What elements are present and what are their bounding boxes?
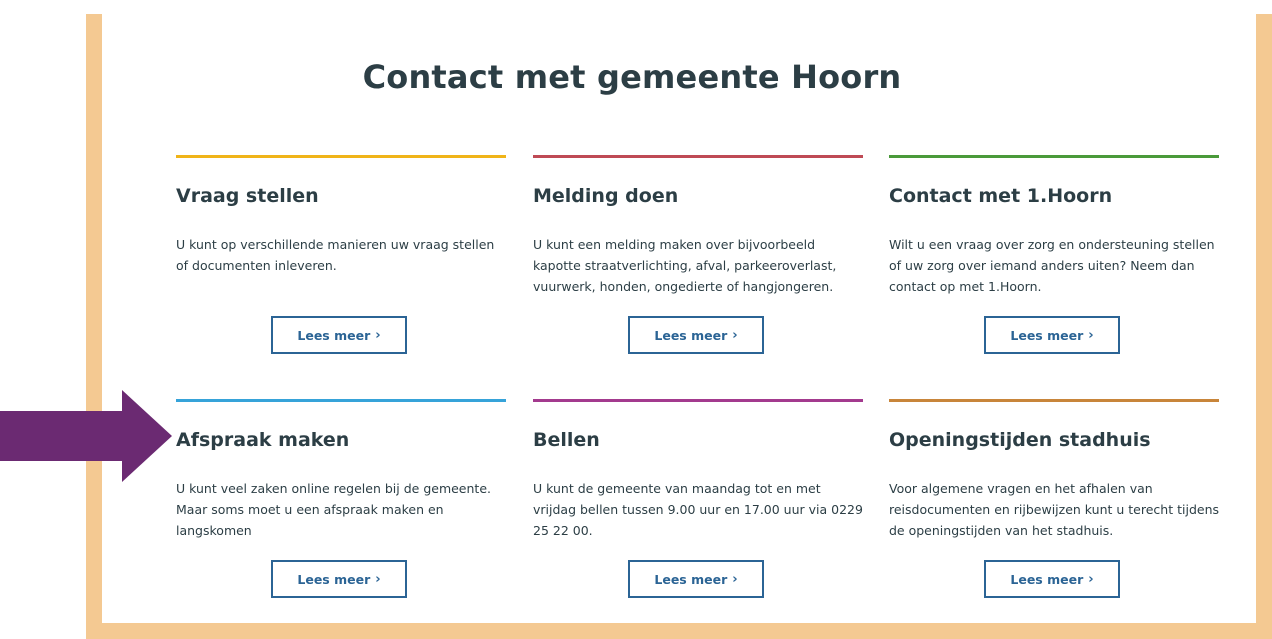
chevron-right-icon: ›: [732, 571, 738, 587]
card-accent-bar: [176, 399, 506, 402]
button-label: Lees meer: [297, 327, 371, 343]
card-openingstijden-stadhuis: Openingstijden stadhuis Voor algemene vr…: [889, 399, 1219, 598]
page-title: Contact met gemeente Hoorn: [362, 58, 902, 96]
button-label: Lees meer: [297, 571, 371, 587]
chevron-right-icon: ›: [375, 327, 381, 343]
card-text: U kunt een melding maken over bijvoorbee…: [533, 237, 837, 294]
chevron-right-icon: ›: [732, 327, 738, 343]
card-accent-bar: [889, 399, 1219, 402]
button-label: Lees meer: [654, 571, 728, 587]
card-title: Melding doen: [533, 185, 679, 207]
card-text: U kunt op verschillende manieren uw vraa…: [176, 237, 495, 273]
card-bellen: Bellen U kunt de gemeente van maandag to…: [533, 399, 863, 598]
chevron-right-icon: ›: [375, 571, 381, 587]
button-label: Lees meer: [1010, 327, 1084, 343]
card-accent-bar: [533, 155, 863, 158]
card-accent-bar: [889, 155, 1219, 158]
card-accent-bar: [533, 399, 863, 402]
button-label: Lees meer: [1010, 571, 1084, 587]
card-accent-bar: [176, 155, 506, 158]
lees-meer-button[interactable]: Lees meer ›: [984, 316, 1120, 354]
highlight-frame: Contact met gemeente Hoorn Vraag stellen…: [86, 14, 1272, 639]
card-text: U kunt veel zaken online regelen bij de …: [176, 481, 491, 538]
lees-meer-button[interactable]: Lees meer ›: [628, 560, 764, 598]
lees-meer-button[interactable]: Lees meer ›: [628, 316, 764, 354]
contact-panel: Contact met gemeente Hoorn Vraag stellen…: [102, 14, 1256, 623]
card-text: Voor algemene vragen en het afhalen van …: [889, 481, 1219, 538]
chevron-right-icon: ›: [1088, 327, 1094, 343]
card-melding-doen: Melding doen U kunt een melding maken ov…: [533, 155, 863, 354]
lees-meer-button[interactable]: Lees meer ›: [271, 316, 407, 354]
lees-meer-button[interactable]: Lees meer ›: [271, 560, 407, 598]
card-text: Wilt u een vraag over zorg en ondersteun…: [889, 237, 1215, 294]
card-title: Openingstijden stadhuis: [889, 429, 1151, 451]
chevron-right-icon: ›: [1088, 571, 1094, 587]
card-vraag-stellen: Vraag stellen U kunt op verschillende ma…: [176, 155, 506, 354]
button-label: Lees meer: [654, 327, 728, 343]
card-afspraak-maken: Afspraak maken U kunt veel zaken online …: [176, 399, 506, 598]
card-title: Vraag stellen: [176, 185, 319, 207]
lees-meer-button[interactable]: Lees meer ›: [984, 560, 1120, 598]
card-title: Bellen: [533, 429, 600, 451]
card-contact-1hoorn: Contact met 1.Hoorn Wilt u een vraag ove…: [889, 155, 1219, 354]
arrow-right-icon: [0, 390, 172, 482]
card-title: Afspraak maken: [176, 429, 350, 451]
card-title: Contact met 1.Hoorn: [889, 185, 1113, 207]
card-text: U kunt de gemeente van maandag tot en me…: [533, 481, 863, 538]
